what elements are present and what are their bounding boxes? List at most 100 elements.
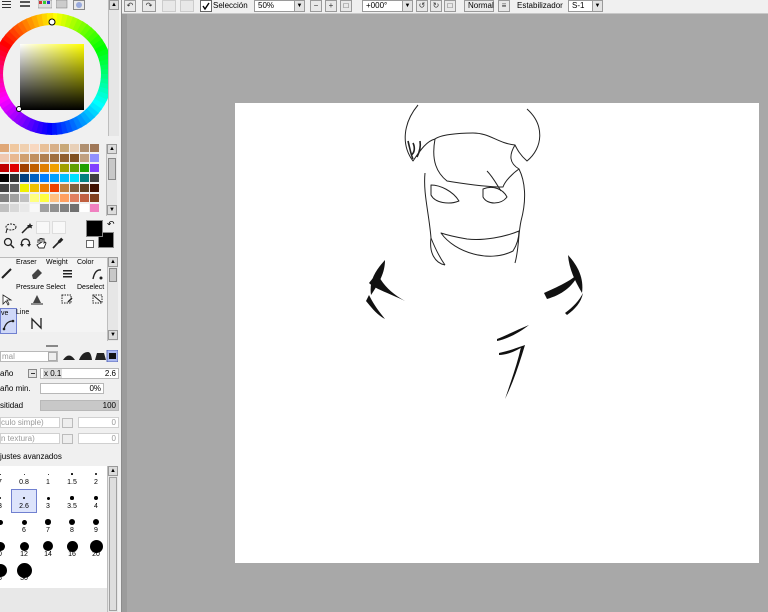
brush-shape-dropdown-arrow[interactable] (62, 418, 73, 428)
palette-swatch[interactable] (80, 194, 89, 202)
palette-swatch[interactable] (50, 164, 59, 172)
palette-swatch[interactable] (30, 144, 39, 152)
palette-swatch[interactable] (90, 184, 99, 192)
eyedropper-icon[interactable] (51, 237, 64, 249)
tool-select-arrow[interactable] (0, 283, 15, 307)
rotate-ccw-button[interactable]: ↺ (416, 0, 428, 12)
palette-swatch[interactable] (50, 194, 59, 202)
palette-swatch[interactable] (90, 164, 99, 172)
brush-texture-dropdown-arrow[interactable] (62, 434, 73, 444)
brush-texture-select[interactable]: n textura) (0, 433, 60, 444)
brush-size-cell[interactable]: 7 (0, 466, 12, 488)
palette-scroll-down[interactable]: ▼ (107, 205, 117, 215)
palette-swatch[interactable] (0, 164, 9, 172)
brush-size-cell[interactable]: 1.5 (60, 466, 84, 488)
hand-icon[interactable] (35, 237, 48, 249)
palette-swatch[interactable] (30, 184, 39, 192)
palette-swatch[interactable] (60, 184, 69, 192)
color-wheel[interactable] (0, 12, 114, 136)
zoom-dropdown-arrow[interactable]: ▼ (294, 0, 305, 12)
palette-swatch[interactable] (70, 194, 79, 202)
palette-swatch[interactable] (90, 204, 99, 212)
palette-swatch[interactable] (20, 144, 29, 152)
deselect-toolbar-button[interactable] (162, 0, 176, 12)
tool-grid-scrollbar[interactable]: ▲ ▼ (107, 257, 118, 341)
palette-swatch[interactable] (10, 164, 19, 172)
rotation-select[interactable]: +000° (362, 0, 404, 12)
palette-swatch[interactable] (20, 204, 29, 212)
brush-shape-selector[interactable] (62, 349, 119, 363)
brush-size-cell[interactable]: 0.8 (12, 466, 36, 488)
zoom-select[interactable]: 50% (254, 0, 296, 12)
palette-swatch[interactable] (60, 174, 69, 182)
palette-swatch[interactable] (40, 144, 49, 152)
palette-swatch[interactable] (90, 154, 99, 162)
brush-size-scroll-up[interactable]: ▲ (108, 466, 118, 476)
palette-swatch[interactable] (30, 164, 39, 172)
redo-button[interactable]: ↷ (142, 0, 156, 12)
tool-color[interactable]: Color (77, 258, 107, 282)
palette-swatch[interactable] (70, 154, 79, 162)
wheel-scrollbar[interactable] (108, 12, 119, 136)
palette-swatch[interactable] (50, 184, 59, 192)
palette-swatch[interactable] (60, 144, 69, 152)
brush-size-cell[interactable]: 6 (12, 514, 36, 536)
min-size-field[interactable]: 0% (40, 383, 104, 394)
palette-swatch[interactable] (20, 184, 29, 192)
stabilizer-icon[interactable]: ≡ (498, 0, 510, 12)
palette-swatch[interactable] (20, 164, 29, 172)
brush-size-cell[interactable]: 3 (0, 490, 12, 512)
brush-size-scrollbar[interactable]: ▲ (107, 466, 118, 612)
scroll-up-button[interactable]: ▲ (109, 0, 119, 10)
rotation-dropdown-arrow[interactable]: ▼ (402, 0, 413, 12)
palette-swatch[interactable] (0, 144, 9, 152)
tool-grid-scroll-down[interactable]: ▼ (108, 330, 118, 340)
brush-size-cell[interactable]: 30 (12, 562, 36, 584)
empty-tool-slot-1[interactable] (36, 221, 50, 234)
panel-scrollbar-top[interactable]: ▲ (108, 0, 119, 12)
palette-swatch[interactable] (50, 204, 59, 212)
palette-scroll-thumb[interactable] (108, 158, 116, 180)
brush-size-field[interactable]: x 0.1 2.6 (40, 368, 119, 379)
palette-swatch[interactable] (80, 144, 89, 152)
lasso-icon[interactable] (4, 222, 18, 234)
advanced-settings-toggle[interactable]: justes avanzados (0, 452, 100, 462)
brush-size-cell[interactable]: 20 (84, 538, 108, 560)
blend-mode-dropdown-arrow[interactable] (48, 352, 57, 361)
palette-swatch[interactable] (20, 174, 29, 182)
undo-button[interactable]: ↶ (124, 0, 136, 12)
brush-shape-strength[interactable]: 0 (78, 417, 119, 428)
selection-checkbox[interactable] (200, 0, 212, 12)
rotate-icon[interactable] (19, 237, 32, 249)
palette-swatch[interactable] (10, 184, 19, 192)
zoom-out-button[interactable]: − (310, 0, 322, 12)
brush-size-cell[interactable] (0, 514, 12, 536)
palette-swatch[interactable] (60, 164, 69, 172)
palette-swatch[interactable] (40, 194, 49, 202)
zoom-reset-button[interactable]: □ (340, 0, 352, 12)
palette-swatch[interactable] (80, 164, 89, 172)
tool-eraser[interactable]: Eraser (16, 258, 46, 282)
palette-swatch[interactable] (30, 174, 39, 182)
blend-mode-select[interactable]: Normal (464, 0, 494, 12)
size-toggle-button[interactable] (28, 369, 37, 378)
palette-swatch[interactable] (60, 204, 69, 212)
tool-pressure[interactable]: Pressure (16, 283, 46, 307)
palette-swatch[interactable] (90, 144, 99, 152)
palette-swatch[interactable] (30, 194, 39, 202)
palette-swatch[interactable] (0, 194, 9, 202)
palette-scroll-up[interactable]: ▲ (107, 144, 117, 154)
palette-swatch[interactable] (10, 154, 19, 162)
brush-size-cell[interactable]: 1 (36, 466, 60, 488)
tool-weight[interactable]: Weight (46, 258, 76, 282)
invert-selection-button[interactable] (180, 0, 194, 12)
gradient-view-icon[interactable] (55, 0, 68, 9)
brush-size-cell[interactable]: 14 (36, 538, 60, 560)
palette-swatch[interactable] (10, 144, 19, 152)
brush-size-cell[interactable]: 5 (0, 562, 12, 584)
palette-swatch[interactable] (90, 174, 99, 182)
tool-curve-selected[interactable]: ve (0, 308, 17, 334)
tool-select[interactable]: Select (46, 283, 76, 307)
palette-swatch[interactable] (0, 154, 9, 162)
color-palette[interactable] (0, 144, 108, 216)
